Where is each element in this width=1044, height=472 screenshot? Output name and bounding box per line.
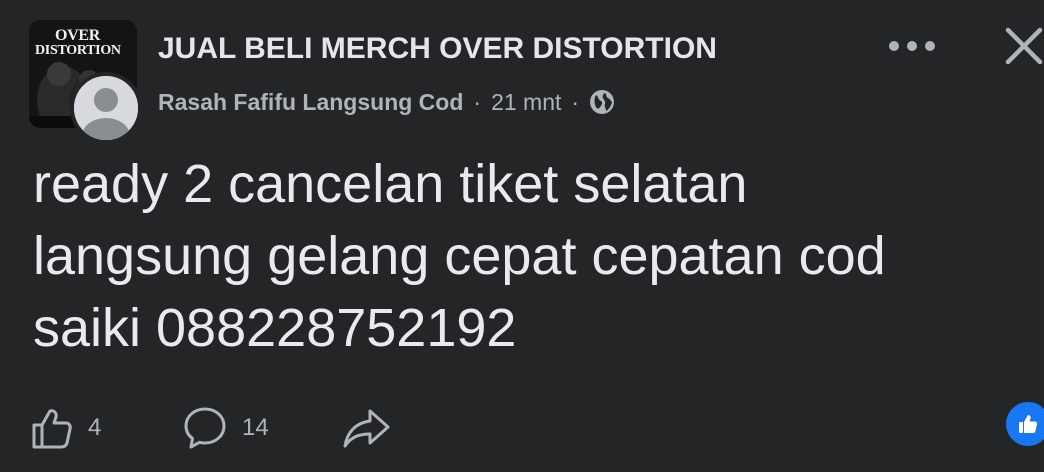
post-actions-bar: 4 14 [30,398,1040,458]
group-logo: OVER DISTORTION [35,27,135,59]
post-card: OVER DISTORTION JUAL BELI MERCH OVER DIS… [0,0,1044,472]
post-body-text: ready 2 cancelan tiket selatan langsung … [33,154,886,358]
close-icon [1005,27,1043,65]
like-button[interactable]: 4 [30,398,101,458]
close-button[interactable] [996,18,1044,74]
comment-count: 14 [242,414,269,441]
post-timestamp[interactable]: 21 mnt [491,89,561,116]
comment-icon [184,407,226,449]
comment-button[interactable]: 14 [182,398,269,458]
like-count: 4 [88,414,102,441]
more-horizontal-icon [889,41,935,51]
default-avatar-icon [74,76,138,140]
meta-separator: · [473,88,482,115]
meta-separator-2: · [571,88,580,115]
share-icon [343,409,390,448]
user-avatar[interactable] [70,72,142,144]
share-button[interactable] [342,398,392,458]
globe-icon [589,89,615,115]
thumbs-up-filled-icon [1019,415,1038,433]
group-logo-line1: OVER [55,27,101,44]
thumbs-up-icon [32,409,72,449]
group-logo-line2: DISTORTION [35,43,121,58]
author-name-link[interactable]: Rasah Fafifu Langsung Cod [158,89,463,116]
more-options-button[interactable] [880,28,944,64]
post-meta: Rasah Fafifu Langsung Cod · 21 mnt · [158,86,615,118]
group-name-link[interactable]: JUAL BELI MERCH OVER DISTORTION [158,32,717,66]
like-reaction-badge[interactable] [1006,402,1044,446]
